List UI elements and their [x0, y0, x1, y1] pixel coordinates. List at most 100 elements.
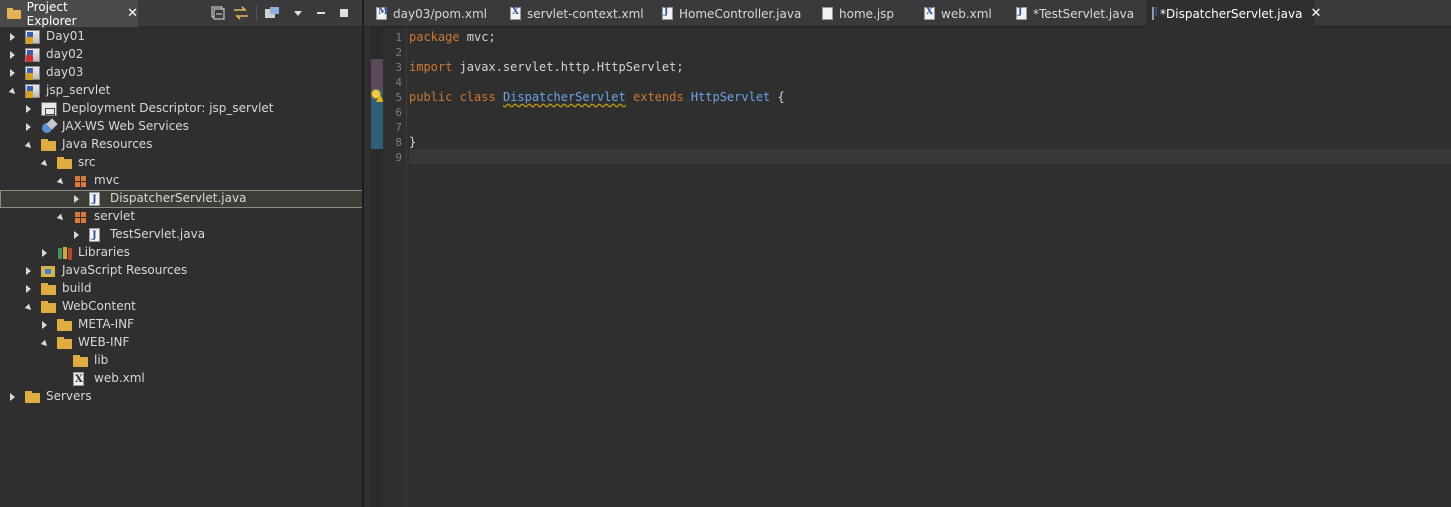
file-icon: M: [376, 7, 388, 20]
tree-item[interactable]: JAX-WS Web Services: [0, 118, 364, 136]
package-icon: [73, 174, 89, 188]
code-line-1[interactable]: package mvc;: [409, 30, 496, 45]
superclass-name: HttpServlet: [690, 90, 771, 104]
expanded-arrow-icon[interactable]: [40, 339, 50, 349]
tree-item-label: JavaScript Resources: [62, 263, 188, 277]
tree-item[interactable]: J DispatcherServlet.java: [0, 190, 364, 208]
editor-tab[interactable]: Xweb.xml: [918, 0, 1006, 27]
package-icon: [73, 210, 89, 224]
tree-item-label: Java Resources: [62, 137, 153, 151]
collapsed-arrow-icon[interactable]: [42, 249, 47, 257]
tree-item-label: Day01: [46, 29, 85, 43]
tree-item[interactable]: Deployment Descriptor: jsp_servlet: [0, 100, 364, 118]
tree-item[interactable]: jsp_servlet: [0, 82, 364, 100]
minimize-icon[interactable]: [313, 5, 329, 21]
collapsed-arrow-icon[interactable]: [74, 231, 79, 239]
view-menu-icon[interactable]: [290, 5, 306, 21]
collapsed-arrow-icon[interactable]: [42, 321, 47, 329]
close-brace: }: [409, 135, 417, 149]
editor-tab[interactable]: Mday03/pom.xml: [370, 0, 500, 27]
tree-item-label: Deployment Descriptor: jsp_servlet: [62, 101, 274, 115]
tree-item[interactable]: build: [0, 280, 364, 298]
java-icon: J: [89, 228, 100, 242]
editor-tab-label: web.xml: [941, 6, 992, 21]
file-icon: J: [1152, 7, 1158, 20]
package-name: mvc;: [459, 30, 496, 44]
line-number-gutter: 1 2 3 4 5 6 7 8 9: [383, 28, 407, 507]
editor-tab[interactable]: Xservlet-context.xml: [504, 0, 652, 27]
editor-tab[interactable]: J *DispatcherServlet.java ✕: [1146, 0, 1321, 27]
tree-item-label: Servers: [46, 389, 92, 403]
editor-tab-label: home.jsp: [839, 6, 895, 21]
editor-tab[interactable]: J *TestServlet.java: [1010, 0, 1142, 27]
collapsed-arrow-icon[interactable]: [10, 51, 15, 59]
tree-item-label: lib: [94, 353, 109, 367]
collapsed-arrow-icon[interactable]: [74, 195, 79, 203]
tree-item-label: Libraries: [78, 245, 130, 259]
tree-item[interactable]: Java Resources: [0, 136, 364, 154]
line-number: 3: [395, 61, 402, 74]
tree-item[interactable]: Xweb.xml: [0, 370, 364, 388]
link-with-editor-icon[interactable]: [233, 5, 249, 21]
editor-tab[interactable]: J HomeController.java: [656, 0, 812, 27]
tree-item[interactable]: WebContent: [0, 298, 364, 316]
focus-icon[interactable]: [264, 5, 280, 21]
file-icon: J: [1016, 7, 1027, 20]
collapsed-arrow-icon[interactable]: [10, 69, 15, 77]
tree-item-label: JAX-WS Web Services: [62, 119, 189, 133]
collapsed-arrow-icon[interactable]: [26, 267, 31, 275]
tree-item[interactable]: META-INF: [0, 316, 364, 334]
folder-icon: [73, 354, 89, 368]
line-number: 5: [395, 91, 402, 104]
tree-item[interactable]: mvc: [0, 172, 364, 190]
tree-item[interactable]: Day01: [0, 28, 364, 46]
folder-icon: [41, 300, 57, 314]
expanded-arrow-icon[interactable]: [56, 213, 66, 223]
folder-icon: [57, 318, 73, 332]
tree-item[interactable]: day03: [0, 64, 364, 82]
tree-item[interactable]: src: [0, 154, 364, 172]
editor-tab[interactable]: home.jsp: [816, 0, 914, 27]
tree-item[interactable]: JavaScript Resources: [0, 262, 364, 280]
close-icon[interactable]: ✕: [127, 6, 138, 21]
tree-item[interactable]: servlet: [0, 208, 364, 226]
file-icon: X: [510, 7, 521, 20]
close-icon[interactable]: ✕: [1310, 6, 1321, 21]
collapse-all-icon[interactable]: [210, 5, 226, 21]
java-icon: J: [89, 192, 100, 206]
tab-project-explorer[interactable]: Project Explorer ✕: [0, 0, 138, 28]
tree-item[interactable]: J TestServlet.java: [0, 226, 364, 244]
expanded-arrow-icon[interactable]: [24, 141, 34, 151]
collapsed-arrow-icon[interactable]: [26, 123, 31, 131]
collapsed-arrow-icon[interactable]: [10, 33, 15, 41]
file-icon: [822, 7, 833, 20]
code-editor[interactable]: package mvc; import javax.servlet.http.H…: [409, 28, 1451, 507]
code-line-5[interactable]: public class DispatcherServlet extends H…: [409, 90, 785, 105]
expanded-arrow-icon[interactable]: [24, 303, 34, 313]
tree-item-label: day02: [46, 47, 84, 61]
line-number: 1: [395, 31, 402, 44]
tree-item-label: servlet: [94, 209, 136, 223]
keyword-package: package: [409, 30, 460, 44]
editor-area: Mday03/pom.xml Xservlet-context.xml J HomeC…: [364, 0, 1451, 507]
expanded-arrow-icon[interactable]: [56, 177, 66, 187]
tree-item[interactable]: day02: [0, 46, 364, 64]
collapsed-arrow-icon[interactable]: [10, 393, 15, 401]
collapsed-arrow-icon[interactable]: [26, 285, 31, 293]
expanded-arrow-icon[interactable]: [8, 87, 18, 97]
tree-item[interactable]: Libraries: [0, 244, 364, 262]
code-line-3[interactable]: import javax.servlet.http.HttpServlet;: [409, 60, 684, 75]
tree-item[interactable]: Servers: [0, 388, 364, 406]
collapsed-arrow-icon[interactable]: [26, 105, 31, 113]
tree-item[interactable]: WEB-INF: [0, 334, 364, 352]
folder-icon: [41, 138, 57, 152]
project-tree: Day01 day02 day03 jsp_servlet Deployment Des…: [0, 28, 364, 406]
maximize-icon[interactable]: [336, 5, 352, 21]
folder-icon: [25, 390, 41, 404]
code-line-8[interactable]: }: [409, 135, 416, 150]
tree-item[interactable]: lib: [0, 352, 364, 370]
class-name: DispatcherServlet: [502, 90, 626, 104]
project-icon: [25, 48, 40, 62]
editor-tab-bar: Mday03/pom.xml Xservlet-context.xml J HomeC…: [364, 0, 1451, 27]
expanded-arrow-icon[interactable]: [40, 159, 50, 169]
